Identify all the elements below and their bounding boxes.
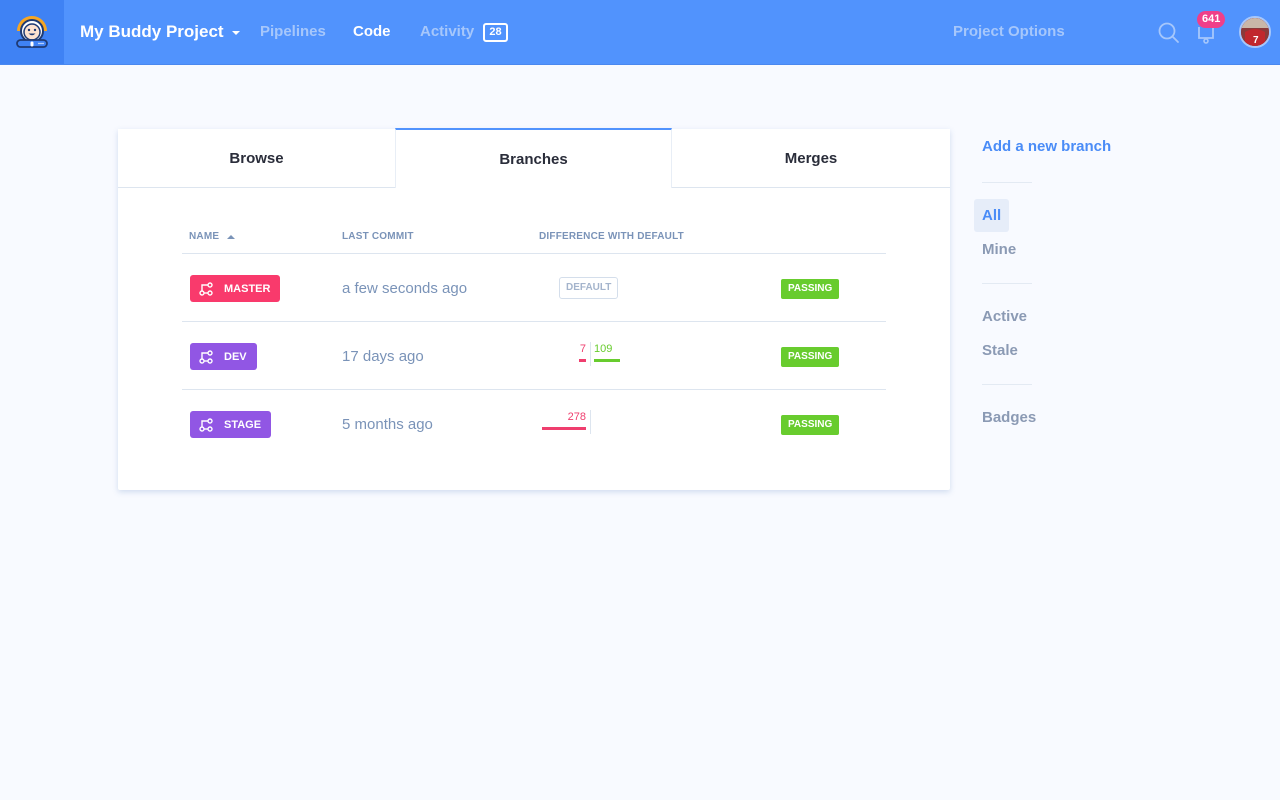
default-branch-badge: DEFAULT [559, 277, 619, 299]
commits-behind-count: 7 [579, 343, 586, 355]
difference-graph: 7 109 [542, 342, 642, 368]
top-navigation-bar: My Buddy Project Pipelines Code Activity… [0, 0, 1280, 65]
activity-count-badge: 28 [483, 23, 508, 42]
branch-tag-master[interactable]: MASTER [190, 275, 281, 302]
project-name: My Buddy Project [80, 22, 224, 41]
difference-divider [590, 342, 591, 366]
last-commit-time: 5 months ago [342, 416, 433, 433]
commits-behind-count: 278 [567, 411, 586, 423]
difference-divider [590, 410, 591, 434]
column-header-difference: DIFFERENCE WITH DEFAULT [539, 231, 684, 242]
table-row: MASTER a few seconds ago DEFAULT PASSING [182, 254, 886, 322]
build-status-badge[interactable]: PASSING [781, 279, 840, 299]
commits-behind-bar [542, 427, 586, 430]
column-name-label: NAME [189, 231, 220, 242]
filter-active[interactable]: Active [974, 300, 1035, 333]
branch-tag-dev[interactable]: DEV [190, 343, 257, 370]
filter-stale[interactable]: Stale [974, 334, 1026, 367]
badges-link[interactable]: Badges [974, 401, 1044, 434]
last-commit-time: 17 days ago [342, 348, 424, 365]
buddy-logo[interactable] [0, 0, 64, 64]
branches-card: Browse Branches Merges NAME LAST COMMIT … [118, 128, 950, 490]
search-icon [1158, 22, 1179, 43]
branch-name: DEV [224, 350, 247, 363]
branch-icon [199, 281, 213, 296]
build-status-badge[interactable]: PASSING [781, 415, 840, 435]
column-header-name[interactable]: NAME [189, 231, 236, 243]
tab-branches[interactable]: Branches [395, 128, 672, 188]
last-commit-time: a few seconds ago [342, 280, 468, 297]
nav-code[interactable]: Code [353, 22, 391, 42]
column-header-last-commit: LAST COMMIT [342, 231, 414, 242]
table-row: STAGE 5 months ago 278 PASSING [182, 390, 886, 458]
notifications-count-badge: 641 [1197, 11, 1226, 28]
branch-name: MASTER [224, 282, 271, 295]
tab-browse[interactable]: Browse [118, 129, 395, 188]
build-status-badge[interactable]: PASSING [781, 347, 840, 367]
commits-ahead-count: 109 [594, 343, 613, 355]
filter-all[interactable]: All [974, 199, 1010, 232]
caret-down-icon [231, 31, 240, 35]
astronaut-logo-icon [16, 16, 48, 48]
branches-table: NAME LAST COMMIT DIFFERENCE WITH DEFAULT… [182, 223, 886, 458]
branch-tag-stage[interactable]: STAGE [190, 411, 272, 438]
user-avatar[interactable]: 7 [1239, 16, 1271, 48]
branch-icon [199, 417, 213, 432]
project-switcher[interactable]: My Buddy Project [80, 20, 240, 44]
branch-icon [199, 349, 213, 364]
search-button[interactable] [1157, 21, 1181, 45]
sidebar-divider [982, 283, 1032, 284]
tab-merges[interactable]: Merges [672, 129, 950, 188]
project-options-link[interactable]: Project Options [953, 22, 1065, 42]
difference-graph: 278 [542, 410, 642, 436]
nav-pipelines[interactable]: Pipelines [260, 22, 326, 42]
commits-ahead-bar [594, 359, 620, 362]
table-row: DEV 17 days ago 7 109 PASSING [182, 322, 886, 390]
sidebar-divider [982, 384, 1032, 385]
commits-behind-bar [579, 359, 586, 362]
add-branch-link[interactable]: Add a new branch [982, 138, 1111, 155]
filter-mine[interactable]: Mine [974, 233, 1024, 266]
svg-text:7: 7 [1253, 35, 1259, 46]
branch-name: STAGE [224, 418, 262, 431]
sort-ascending-icon [227, 235, 236, 239]
table-header: NAME LAST COMMIT DIFFERENCE WITH DEFAULT [182, 223, 886, 254]
nav-activity[interactable]: Activity [420, 22, 474, 42]
sidebar-divider [982, 182, 1032, 183]
avatar-image-icon: 7 [1241, 18, 1269, 46]
code-tabs: Browse Branches Merges [118, 128, 950, 188]
